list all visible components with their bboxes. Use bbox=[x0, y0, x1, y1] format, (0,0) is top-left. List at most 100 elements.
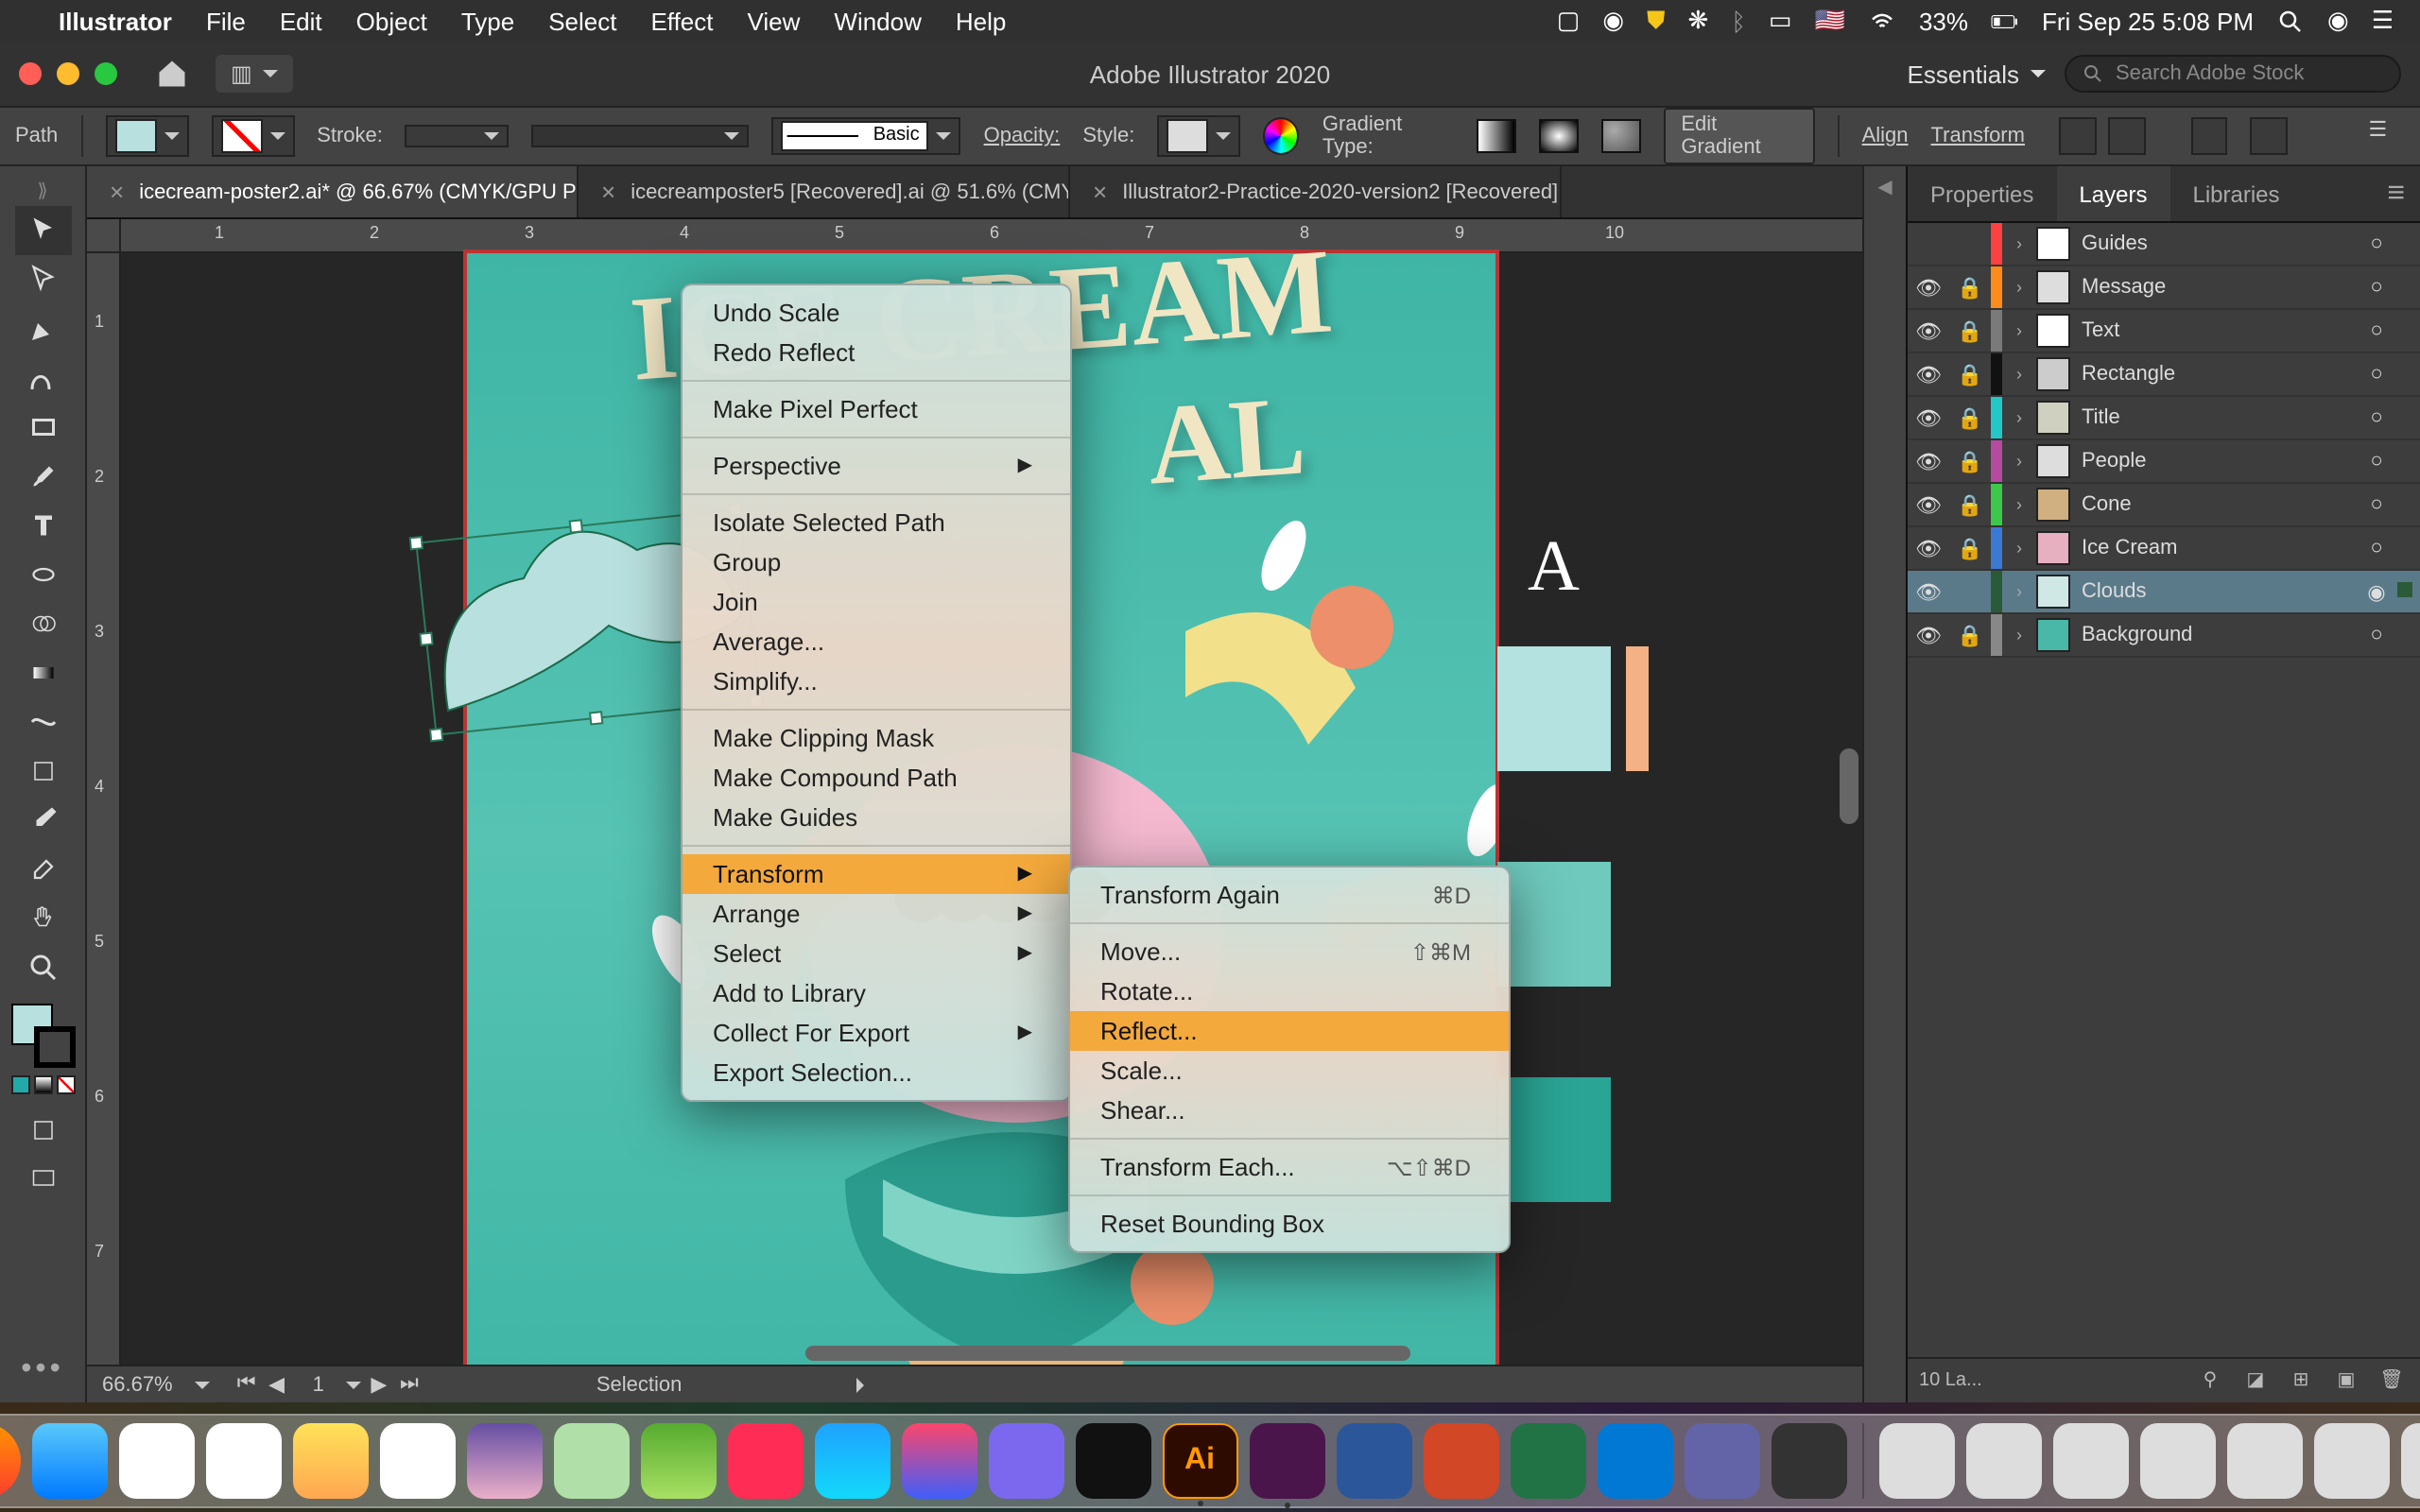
sub-move[interactable]: Move...⇧⌘M bbox=[1070, 932, 1509, 971]
control-center-icon[interactable]: ☰ bbox=[2360, 6, 2405, 36]
battery-percent[interactable]: 33% bbox=[1908, 7, 1979, 35]
layer-row[interactable]: 👁🔒›Cone○ bbox=[1908, 484, 2420, 527]
stroke-weight-input[interactable] bbox=[406, 125, 508, 147]
lock-toggle[interactable]: 🔒 bbox=[1949, 318, 1991, 343]
horizontal-scrollbar-thumb[interactable] bbox=[805, 1346, 1410, 1361]
dock-calendar[interactable] bbox=[118, 1423, 194, 1499]
dock-numbers[interactable] bbox=[553, 1423, 629, 1499]
close-tab-icon[interactable]: × bbox=[1093, 178, 1107, 206]
zoom-window-button[interactable] bbox=[95, 62, 117, 85]
panel-menu-icon[interactable]: ≡ bbox=[2372, 166, 2420, 221]
vertical-ruler[interactable]: 1 2 3 4 5 6 7 8 bbox=[87, 253, 121, 1365]
variable-width-profile[interactable] bbox=[530, 125, 749, 147]
panel-tab-properties[interactable]: Properties bbox=[1908, 166, 2056, 221]
dock-appstore[interactable] bbox=[814, 1423, 890, 1499]
dock-folder[interactable] bbox=[2139, 1423, 2215, 1499]
sub-rotate[interactable]: Rotate... bbox=[1070, 971, 1509, 1011]
disclosure-triangle[interactable]: › bbox=[2002, 234, 2036, 253]
color-mode-buttons[interactable] bbox=[10, 1075, 75, 1094]
group-select-button[interactable] bbox=[2108, 117, 2146, 155]
dock-folder[interactable] bbox=[2313, 1423, 2389, 1499]
ctx-perspective[interactable]: Perspective▶ bbox=[683, 446, 1070, 486]
target-indicator[interactable]: ○ bbox=[2356, 363, 2397, 386]
radial-gradient-button[interactable] bbox=[1539, 119, 1579, 153]
disclosure-triangle[interactable]: › bbox=[2002, 582, 2036, 601]
airplay-icon[interactable]: ▭ bbox=[1757, 6, 1804, 36]
layer-name[interactable]: Rectangle bbox=[2082, 363, 2356, 386]
ctx-select[interactable]: Select▶ bbox=[683, 934, 1070, 973]
layer-row[interactable]: 👁🔒›People○ bbox=[1908, 440, 2420, 484]
toolbar-grip[interactable]: ⟫ bbox=[0, 178, 85, 206]
screen-mode-button[interactable] bbox=[14, 1155, 71, 1204]
draw-mode-button[interactable] bbox=[14, 1106, 71, 1155]
layer-name[interactable]: Guides bbox=[2082, 232, 2356, 255]
dock-illustrator[interactable]: Ai bbox=[1162, 1423, 1237, 1499]
ctx-transform[interactable]: Transform▶ bbox=[683, 854, 1070, 894]
hand-tool[interactable] bbox=[14, 894, 71, 943]
dock-app2[interactable] bbox=[988, 1423, 1063, 1499]
layer-name[interactable]: People bbox=[2082, 450, 2356, 472]
transform-label[interactable]: Transform bbox=[1931, 125, 2025, 147]
ctx-join[interactable]: Join bbox=[683, 582, 1070, 622]
layer-row[interactable]: 👁🔒›Rectangle○ bbox=[1908, 353, 2420, 397]
target-indicator[interactable]: ○ bbox=[2356, 232, 2397, 255]
eyedropper-tool[interactable] bbox=[14, 796, 71, 845]
sub-scale[interactable]: Scale... bbox=[1070, 1051, 1509, 1091]
layer-name[interactable]: Title bbox=[2082, 406, 2356, 429]
visibility-toggle[interactable]: 👁 bbox=[1908, 536, 1949, 560]
ctx-redo[interactable]: Redo Reflect bbox=[683, 333, 1070, 372]
canvas[interactable]: 1 2 3 4 5 6 7 8 9 10 1 2 3 4 5 bbox=[87, 219, 1862, 1365]
lock-toggle[interactable]: 🔒 bbox=[1949, 275, 1991, 300]
layer-row[interactable]: 👁🔒›Title○ bbox=[1908, 397, 2420, 440]
artboard-tool[interactable] bbox=[14, 747, 71, 796]
ctx-isolate[interactable]: Isolate Selected Path bbox=[683, 503, 1070, 542]
layer-row[interactable]: 👁🔒›Background○ bbox=[1908, 614, 2420, 658]
brush-definition[interactable]: Basic bbox=[772, 117, 961, 155]
ctx-simplify[interactable]: Simplify... bbox=[683, 662, 1070, 701]
arrange-documents-button[interactable]: ▥ bbox=[216, 55, 294, 93]
zoom-dropdown[interactable] bbox=[196, 1381, 211, 1396]
layer-name[interactable]: Cone bbox=[2082, 493, 2356, 516]
dock-reminders[interactable] bbox=[205, 1423, 281, 1499]
ctx-clipping-mask[interactable]: Make Clipping Mask bbox=[683, 718, 1070, 758]
bluetooth-icon[interactable]: ᛒ bbox=[1720, 7, 1757, 35]
target-indicator[interactable]: ○ bbox=[2356, 450, 2397, 472]
menu-effect[interactable]: Effect bbox=[633, 7, 730, 35]
battery-icon[interactable] bbox=[1979, 6, 2031, 36]
new-sublayer-button[interactable]: ⊞ bbox=[2284, 1364, 2318, 1398]
zoom-level[interactable]: 66.67% bbox=[102, 1373, 173, 1396]
dock-safari[interactable] bbox=[31, 1423, 107, 1499]
dock-slack[interactable] bbox=[1249, 1423, 1324, 1499]
close-window-button[interactable] bbox=[19, 62, 42, 85]
dock-messages[interactable] bbox=[640, 1423, 716, 1499]
document-tab-1[interactable]: ×icecream-poster2.ai* @ 66.67% (CMYK/GPU… bbox=[87, 166, 579, 217]
dock-podcasts[interactable] bbox=[466, 1423, 542, 1499]
dock-tv[interactable] bbox=[1075, 1423, 1150, 1499]
dock-firefox[interactable] bbox=[0, 1423, 20, 1499]
dock-excel[interactable] bbox=[1510, 1423, 1585, 1499]
next-artboard-button[interactable]: ▶ bbox=[366, 1371, 392, 1398]
zoom-tool[interactable] bbox=[14, 943, 71, 992]
visibility-toggle[interactable]: 👁 bbox=[1908, 318, 1949, 343]
last-artboard-button[interactable]: ⏭ bbox=[396, 1371, 423, 1398]
dock-powerpoint[interactable] bbox=[1423, 1423, 1498, 1499]
delete-layer-button[interactable]: 🗑 bbox=[2375, 1364, 2409, 1398]
sub-transform-each[interactable]: Transform Each...⌥⇧⌘D bbox=[1070, 1147, 1509, 1187]
isolate-button[interactable] bbox=[2059, 117, 2097, 155]
app-menu[interactable]: Illustrator bbox=[42, 7, 189, 35]
direct-selection-tool[interactable] bbox=[14, 255, 71, 304]
menu-select[interactable]: Select bbox=[531, 7, 633, 35]
layer-row[interactable]: 👁🔒›Text○ bbox=[1908, 310, 2420, 353]
visibility-toggle[interactable]: 👁 bbox=[1908, 405, 1949, 430]
disclosure-triangle[interactable]: › bbox=[2002, 626, 2036, 644]
visibility-toggle[interactable]: 👁 bbox=[1908, 579, 1949, 604]
snap-options-button[interactable] bbox=[2251, 117, 2288, 155]
wifi-icon[interactable] bbox=[1857, 6, 1908, 36]
gradient-tool[interactable] bbox=[14, 648, 71, 697]
disclosure-triangle[interactable]: › bbox=[2002, 408, 2036, 427]
target-indicator[interactable]: ◉ bbox=[2356, 579, 2397, 604]
dock-folder[interactable] bbox=[2226, 1423, 2302, 1499]
lock-toggle[interactable]: 🔒 bbox=[1949, 449, 1991, 473]
siri-icon[interactable]: ◉ bbox=[2316, 6, 2360, 36]
menu-file[interactable]: File bbox=[189, 7, 263, 35]
